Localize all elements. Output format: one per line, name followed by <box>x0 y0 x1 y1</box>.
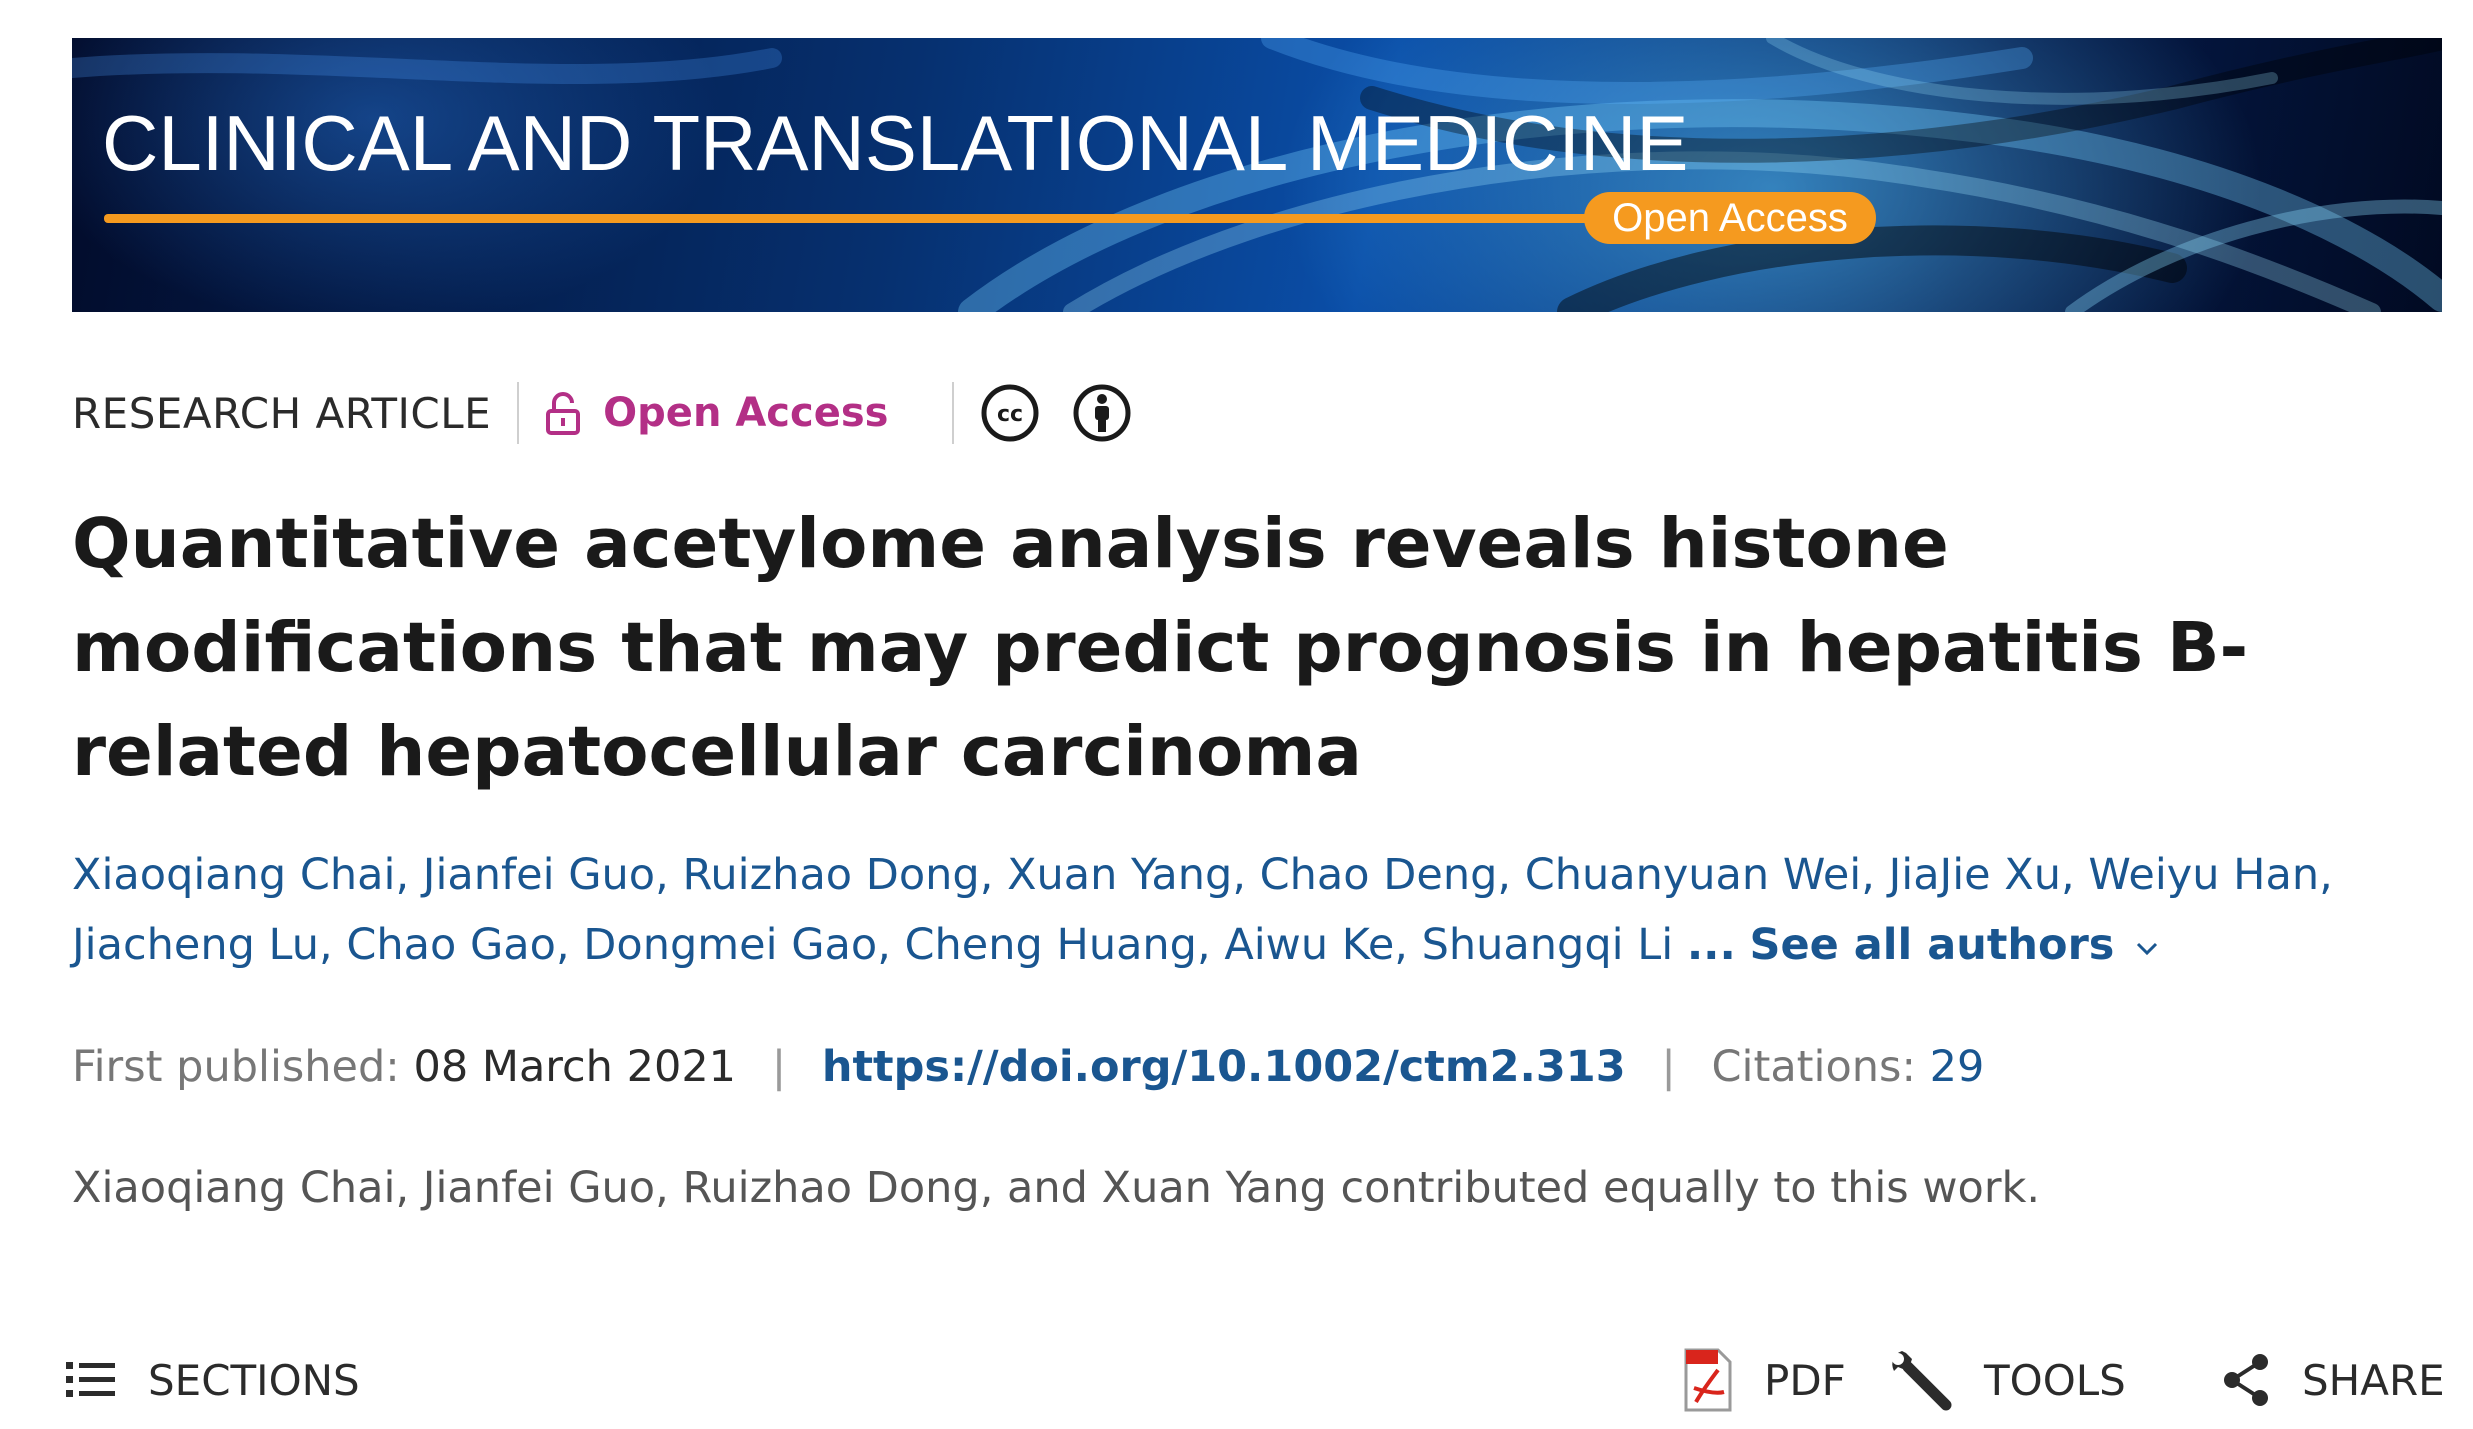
attribution-icon[interactable] <box>1072 383 1132 443</box>
contribution-note: Xiaoqiang Chai, Jianfei Guo, Ruizhao Don… <box>72 1163 2041 1213</box>
authors-ellipsis: ... <box>1686 920 1736 970</box>
author-link[interactable]: Aiwu Ke <box>1224 920 1394 970</box>
author-link[interactable]: Weiyu Han <box>2088 850 2319 900</box>
pdf-label: PDF <box>1764 1355 1846 1405</box>
pdf-button[interactable]: PDF <box>1682 1340 1846 1420</box>
article-toolbar: SECTIONS PDF TOOLS SHARE <box>0 1340 2473 1420</box>
journal-title: CLINICAL AND TRANSLATIONAL MEDICINE <box>102 99 1689 187</box>
banner-accent-line <box>104 214 1599 223</box>
chevron-down-icon[interactable] <box>2132 933 2162 963</box>
author-link[interactable]: Chao Deng <box>1260 850 1498 900</box>
author-link[interactable]: Dongmei Gao <box>583 920 877 970</box>
wrench-icon <box>1892 1351 1952 1411</box>
first-published-date: 08 March 2021 <box>413 1042 737 1092</box>
journal-banner[interactable]: CLINICAL AND TRANSLATIONAL MEDICINE Open… <box>72 38 2442 312</box>
author-link[interactable]: Shuangqi Li <box>1422 920 1674 970</box>
open-lock-icon <box>546 392 581 435</box>
share-icon <box>2224 1354 2268 1406</box>
author-list: Xiaoqiang Chai, Jianfei Guo, Ruizhao Don… <box>72 850 2333 970</box>
tools-button[interactable]: TOOLS <box>1888 1340 2126 1420</box>
pdf-file-icon <box>1684 1348 1732 1412</box>
doi-link[interactable]: https://doi.org/10.1002/ctm2.313 <box>822 1042 1626 1092</box>
author-link[interactable]: Xuan Yang <box>1007 850 1232 900</box>
author-link[interactable]: Ruizhao Dong <box>682 850 979 900</box>
share-label: SHARE <box>2302 1355 2445 1405</box>
first-published-label: First published: <box>72 1042 400 1092</box>
citations-label: Citations: <box>1711 1042 1916 1092</box>
share-button[interactable]: SHARE <box>2220 1340 2445 1420</box>
author-link[interactable]: JiaJie Xu <box>1889 850 2061 900</box>
license-icons[interactable]: cc <box>980 383 1164 443</box>
divider <box>517 382 520 444</box>
sections-label: SECTIONS <box>148 1355 360 1405</box>
author-link[interactable]: Chuanyuan Wei <box>1525 850 1862 900</box>
publication-info: First published: 08 March 2021 | https:/… <box>72 1032 1984 1102</box>
svg-text:cc: cc <box>997 402 1023 427</box>
list-icon <box>66 1362 115 1397</box>
open-access-label: Open Access <box>603 390 889 436</box>
author-link[interactable]: Xiaoqiang Chai <box>72 850 395 900</box>
author-link[interactable]: Chao Gao <box>346 920 556 970</box>
author-link[interactable]: Jiacheng Lu <box>72 920 319 970</box>
citations-count-link[interactable]: 29 <box>1930 1042 1985 1092</box>
separator: | <box>771 1042 787 1092</box>
sections-button[interactable]: SECTIONS <box>66 1340 360 1420</box>
article-title: Quantitative acetylome analysis reveals … <box>72 504 2249 792</box>
article-type: RESEARCH ARTICLE <box>72 388 492 438</box>
creative-commons-icon[interactable]: cc <box>980 383 1040 443</box>
author-link[interactable]: Cheng Huang <box>905 920 1197 970</box>
article-meta-row: RESEARCH ARTICLE Open Access cc <box>72 378 1164 448</box>
separator: | <box>1661 1042 1676 1092</box>
divider <box>952 382 955 444</box>
author-link[interactable]: Jianfei Guo <box>423 850 655 900</box>
banner-open-access-badge: Open Access <box>1584 192 1876 244</box>
open-access-badge[interactable]: Open Access <box>545 390 888 436</box>
tools-label: TOOLS <box>1984 1355 2126 1405</box>
see-all-authors-link[interactable]: See all authors <box>1750 920 2115 970</box>
